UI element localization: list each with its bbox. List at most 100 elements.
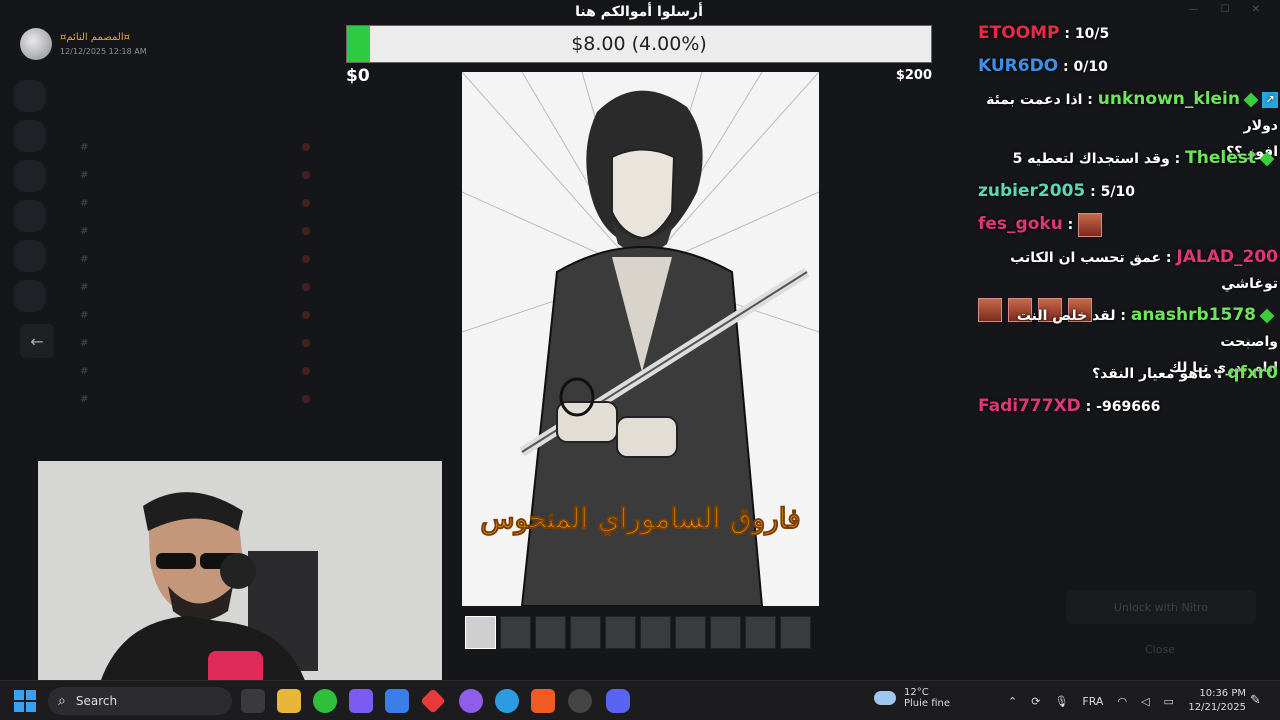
chat-text: -969666: [1096, 399, 1161, 415]
thumbnail[interactable]: [745, 616, 776, 649]
close-button[interactable]: Close: [1145, 643, 1175, 656]
chat-username[interactable]: fes_goku: [978, 214, 1063, 234]
badge-diamond-icon: [1259, 308, 1275, 324]
search-icon: ⌕: [58, 693, 66, 709]
weather-temperature: 12°C: [904, 687, 929, 698]
chat-separator: :: [1082, 92, 1098, 108]
previous-image-button[interactable]: ←: [20, 324, 54, 358]
channel-row[interactable]: #: [80, 196, 310, 210]
streamer-video: [38, 461, 442, 689]
channel-row[interactable]: #: [80, 140, 310, 154]
chat-separator: :: [1080, 399, 1097, 415]
channel-row[interactable]: #: [80, 392, 310, 406]
unlock-nitro-button[interactable]: Unlock with Nitro: [1066, 590, 1256, 624]
artwork-title: فاروق الساموراي المنحوس: [480, 502, 801, 536]
chat-message: KUR6DO : 0/10: [978, 53, 1278, 80]
thumbnail[interactable]: [640, 616, 671, 649]
donation-progress-bar: $8.00 (4.00%): [346, 25, 932, 63]
chat-username[interactable]: Fadi777XD: [978, 396, 1081, 416]
thumbnail[interactable]: [710, 616, 741, 649]
chat-username[interactable]: unknown_klein: [1098, 89, 1240, 109]
thumbnail[interactable]: [570, 616, 601, 649]
chat-username[interactable]: ETOOMP: [978, 23, 1060, 43]
server-icon[interactable]: [14, 240, 46, 272]
app-icon[interactable]: [420, 688, 446, 714]
server-icon[interactable]: [14, 200, 46, 232]
chat-username[interactable]: zubier2005: [978, 181, 1085, 201]
chat-separator: :: [1058, 59, 1074, 75]
thumbnail[interactable]: [780, 616, 811, 649]
chat-username[interactable]: KUR6DO: [978, 56, 1058, 76]
task-view-icon[interactable]: [241, 689, 265, 713]
copilot-icon[interactable]: [349, 689, 373, 713]
wifi-icon[interactable]: ◠: [1117, 695, 1127, 708]
sync-icon[interactable]: ⟳: [1031, 695, 1040, 708]
chat-message: qfxr0 : ماهو معيار النقد؟: [978, 360, 1278, 387]
chat-text: 10/5: [1074, 26, 1110, 42]
twitch-icon[interactable]: [459, 689, 483, 713]
chat-message: fes_goku :: [978, 211, 1278, 238]
brave-icon[interactable]: [531, 689, 555, 713]
post-header: ¤المصمم النائم¤ 12/12/2025 12:18 AM: [20, 28, 147, 60]
badge-arrow-icon: ↗: [1262, 92, 1278, 108]
chevron-up-icon[interactable]: ⌃: [1008, 695, 1017, 708]
channel-row[interactable]: #: [80, 336, 310, 350]
badge-diamond-icon: [1243, 92, 1259, 108]
avatar[interactable]: [20, 28, 52, 60]
manga-artwork: فاروق الساموراي المنحوس: [462, 72, 819, 606]
channel-row[interactable]: #: [80, 280, 310, 294]
channel-row[interactable]: #: [80, 252, 310, 266]
taskbar-search[interactable]: ⌕ Search: [48, 687, 232, 715]
chat-text: 0/10: [1073, 59, 1108, 75]
chat-message: ETOOMP : 10/5: [978, 20, 1278, 47]
webcam-feed: [38, 461, 442, 689]
file-explorer-icon[interactable]: [277, 689, 301, 713]
screen: # # # # # # # # # # — ☐ ✕ Unlock with Ni…: [0, 0, 1280, 720]
system-tray: ⌃ ⟳ 🎙 FRA ◠ ◁ ▭: [1008, 681, 1174, 720]
thumbnail[interactable]: [675, 616, 706, 649]
store-icon[interactable]: [385, 689, 409, 713]
microphone-icon[interactable]: 🎙: [1054, 695, 1068, 708]
clock-date: 12/21/2025: [1188, 702, 1246, 713]
channel-list: # # # # # # # # # #: [60, 60, 320, 460]
thumbnail[interactable]: [465, 616, 496, 649]
chat-username[interactable]: qfxr0: [1227, 363, 1278, 383]
server-icon[interactable]: [14, 280, 46, 312]
chat-text: ماهو معيار النقد؟: [1092, 366, 1212, 382]
clock-time: 10:36 PM: [1199, 688, 1246, 699]
weather-widget[interactable]: 12°C Pluie fine: [874, 687, 950, 709]
post-author[interactable]: ¤المصمم النائم¤: [60, 32, 147, 43]
donation-min-label: $0: [346, 66, 370, 86]
chat-username[interactable]: Thelest: [1185, 148, 1256, 168]
channel-row[interactable]: #: [80, 168, 310, 182]
taskbar: ⌕ Search 12°C Pluie fine ⌃ ⟳ 🎙 FRA ◠ ◁ ▭…: [0, 680, 1280, 720]
obs-icon[interactable]: [568, 689, 592, 713]
thumbnail[interactable]: [500, 616, 531, 649]
chat-message: zubier2005 : 5/10: [978, 178, 1278, 205]
clock[interactable]: 10:36 PM 12/21/2025: [1170, 687, 1246, 715]
discord-icon[interactable]: [606, 689, 630, 713]
thumbnail[interactable]: [605, 616, 636, 649]
start-button[interactable]: [14, 690, 36, 712]
arrow-left-icon: ←: [30, 331, 44, 351]
server-icon[interactable]: [14, 80, 46, 112]
chat-username[interactable]: anashrb1578: [1131, 305, 1256, 325]
channel-row[interactable]: #: [80, 308, 310, 322]
cloud-rain-icon: [874, 691, 896, 705]
chat-separator: :: [1062, 217, 1079, 233]
notification-icon[interactable]: ✎: [1250, 693, 1261, 708]
chat-text: وقد استجداك لتعطيه 5: [1012, 151, 1170, 167]
chat-username[interactable]: JALAD_200: [1176, 247, 1278, 267]
server-icon[interactable]: [14, 160, 46, 192]
language-indicator[interactable]: FRA: [1082, 695, 1103, 708]
volume-icon[interactable]: ◁: [1141, 695, 1149, 708]
chat-separator: :: [1115, 308, 1131, 324]
xbox-icon[interactable]: [313, 689, 337, 713]
edge-icon[interactable]: [495, 689, 519, 713]
channel-row[interactable]: #: [80, 224, 310, 238]
search-placeholder: Search: [75, 694, 118, 708]
thumbnail[interactable]: [535, 616, 566, 649]
badge-diamond-icon: [1259, 151, 1275, 167]
server-icon[interactable]: [14, 120, 46, 152]
channel-row[interactable]: #: [80, 364, 310, 378]
